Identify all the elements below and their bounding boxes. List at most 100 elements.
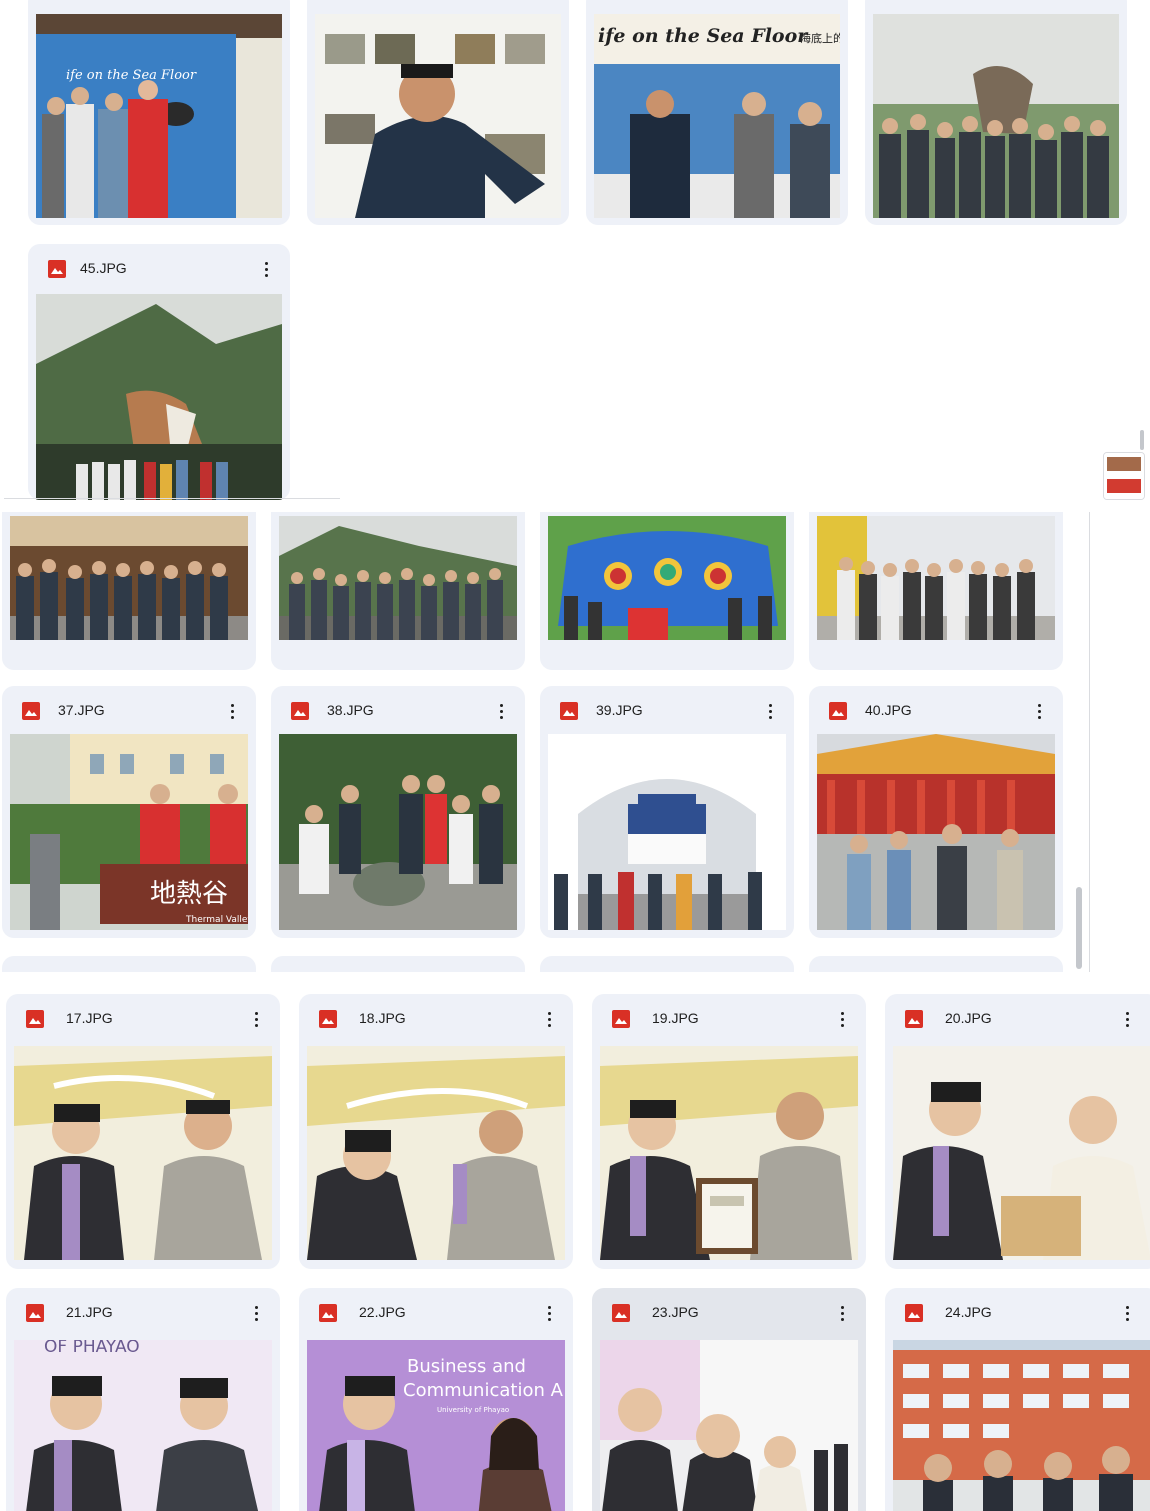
more-options-icon[interactable] <box>256 258 276 280</box>
photo-card[interactable] <box>307 0 569 225</box>
image-file-icon <box>905 1010 923 1028</box>
photo-thumbnail[interactable] <box>36 294 282 500</box>
gallery-section-top: ife on the Sea Floor ife on the Sea Floo… <box>0 0 1150 500</box>
photo-card[interactable]: 19.JPG <box>592 994 866 1269</box>
photo-thumbnail[interactable]: 地熱谷 Thermal Valley <box>10 734 248 930</box>
photo-card[interactable]: 23.JPG <box>592 1288 866 1511</box>
slide-text: University of Phayao <box>437 1406 509 1414</box>
image-file-icon <box>612 1010 630 1028</box>
card-header: 19.JPG <box>592 994 866 1044</box>
photo-card[interactable] <box>271 956 525 972</box>
photo-thumbnail[interactable]: ife on the Sea Floor <box>36 14 282 218</box>
more-options-icon[interactable] <box>1029 700 1049 722</box>
photo-thumbnail[interactable] <box>893 1046 1150 1260</box>
gallery-section-bottom: 17.JPG 18.JPG 19.JPG 20.JPG 21.JPG OF PH… <box>0 982 1150 1511</box>
more-options-icon[interactable] <box>246 1008 266 1030</box>
overlay-thumbnail[interactable] <box>1103 452 1145 500</box>
photo-thumbnail[interactable] <box>307 1046 565 1260</box>
card-header: 21.JPG <box>6 1288 280 1338</box>
more-options-icon[interactable] <box>222 700 242 722</box>
photo-thumbnail[interactable] <box>315 14 561 218</box>
thermal-valley-sign-en: Thermal Valley <box>185 915 248 925</box>
photo-thumbnail[interactable] <box>14 1046 272 1260</box>
photo-thumbnail[interactable] <box>873 14 1119 218</box>
file-name: 19.JPG <box>652 1010 699 1026</box>
vertical-divider <box>1089 512 1090 972</box>
photo-card[interactable]: 22.JPG Business and Communication A Univ… <box>299 1288 573 1511</box>
photo-thumbnail[interactable]: Business and Communication A University … <box>307 1340 565 1511</box>
photo-card[interactable] <box>540 956 794 972</box>
scrollbar[interactable] <box>1076 887 1082 969</box>
exhibit-banner-text: ife on the Sea Floor <box>66 68 197 83</box>
image-file-icon <box>22 702 40 720</box>
more-options-icon[interactable] <box>760 700 780 722</box>
card-header: 23.JPG <box>592 1288 866 1338</box>
image-file-icon <box>319 1304 337 1322</box>
photo-thumbnail[interactable] <box>548 734 786 930</box>
photo-card[interactable]: 45.JPG <box>28 244 290 500</box>
card-header: 37.JPG <box>2 686 256 736</box>
photo-card[interactable]: 21.JPG OF PHAYAO <box>6 1288 280 1511</box>
photo-thumbnail[interactable] <box>548 516 786 640</box>
photo-thumbnail[interactable] <box>600 1046 858 1260</box>
gallery-section-middle: 37.JPG 地熱谷 Thermal Valley 38.JPG 39.JPG … <box>0 512 1150 972</box>
card-header: 39.JPG <box>540 686 794 736</box>
file-name: 40.JPG <box>865 702 912 718</box>
scrollbar[interactable] <box>1140 430 1144 450</box>
file-name: 22.JPG <box>359 1304 406 1320</box>
photo-thumbnail[interactable] <box>10 516 248 640</box>
file-name: 45.JPG <box>80 260 127 276</box>
photo-thumbnail[interactable]: OF PHAYAO <box>14 1340 272 1511</box>
photo-thumbnail[interactable] <box>893 1340 1150 1511</box>
section-divider <box>4 498 340 499</box>
card-header: 18.JPG <box>299 994 573 1044</box>
more-options-icon[interactable] <box>832 1302 852 1324</box>
photo-card[interactable]: 37.JPG 地熱谷 Thermal Valley <box>2 686 256 938</box>
photo-card[interactable]: ife on the Sea Floor <box>28 0 290 225</box>
more-options-icon[interactable] <box>832 1008 852 1030</box>
photo-card[interactable]: 40.JPG <box>809 686 1063 938</box>
photo-card[interactable]: 17.JPG <box>6 994 280 1269</box>
photo-card[interactable]: 38.JPG <box>271 686 525 938</box>
file-name: 20.JPG <box>945 1010 992 1026</box>
photo-thumbnail[interactable]: ife on the Sea Floor 海底上的生命 <box>594 14 840 218</box>
photo-card[interactable]: 24.JPG <box>885 1288 1150 1511</box>
photo-card[interactable]: 20.JPG <box>885 994 1150 1269</box>
photo-card[interactable]: ife on the Sea Floor 海底上的生命 <box>586 0 848 225</box>
image-file-icon <box>319 1010 337 1028</box>
photo-card[interactable] <box>271 512 525 670</box>
photo-card[interactable] <box>540 512 794 670</box>
photo-thumbnail[interactable] <box>600 1340 858 1511</box>
exhibit-banner-zh: 海底上的生命 <box>800 31 840 45</box>
image-file-icon <box>26 1304 44 1322</box>
card-header: 40.JPG <box>809 686 1063 736</box>
file-name: 38.JPG <box>327 702 374 718</box>
more-options-icon[interactable] <box>1117 1302 1137 1324</box>
photo-thumbnail[interactable] <box>817 516 1055 640</box>
card-header: 24.JPG <box>885 1288 1150 1338</box>
photo-card[interactable] <box>2 956 256 972</box>
more-options-icon[interactable] <box>491 700 511 722</box>
photo-card[interactable] <box>809 512 1063 670</box>
more-options-icon[interactable] <box>539 1008 559 1030</box>
photo-card[interactable]: 39.JPG <box>540 686 794 938</box>
file-name: 37.JPG <box>58 702 105 718</box>
card-header: 22.JPG <box>299 1288 573 1338</box>
photo-card[interactable] <box>809 956 1063 972</box>
photo-thumbnail[interactable] <box>817 734 1055 930</box>
photo-card[interactable] <box>865 0 1127 225</box>
more-options-icon[interactable] <box>246 1302 266 1324</box>
card-header: 20.JPG <box>885 994 1150 1044</box>
photo-thumbnail[interactable] <box>279 516 517 640</box>
card-header: 38.JPG <box>271 686 525 736</box>
file-name: 39.JPG <box>596 702 643 718</box>
image-file-icon <box>612 1304 630 1322</box>
card-header: 45.JPG <box>28 244 290 294</box>
photo-card[interactable]: 18.JPG <box>299 994 573 1269</box>
photo-card[interactable] <box>2 512 256 670</box>
image-file-icon <box>905 1304 923 1322</box>
more-options-icon[interactable] <box>1117 1008 1137 1030</box>
more-options-icon[interactable] <box>539 1302 559 1324</box>
photo-thumbnail[interactable] <box>279 734 517 930</box>
slide-text: Business and <box>407 1356 526 1377</box>
